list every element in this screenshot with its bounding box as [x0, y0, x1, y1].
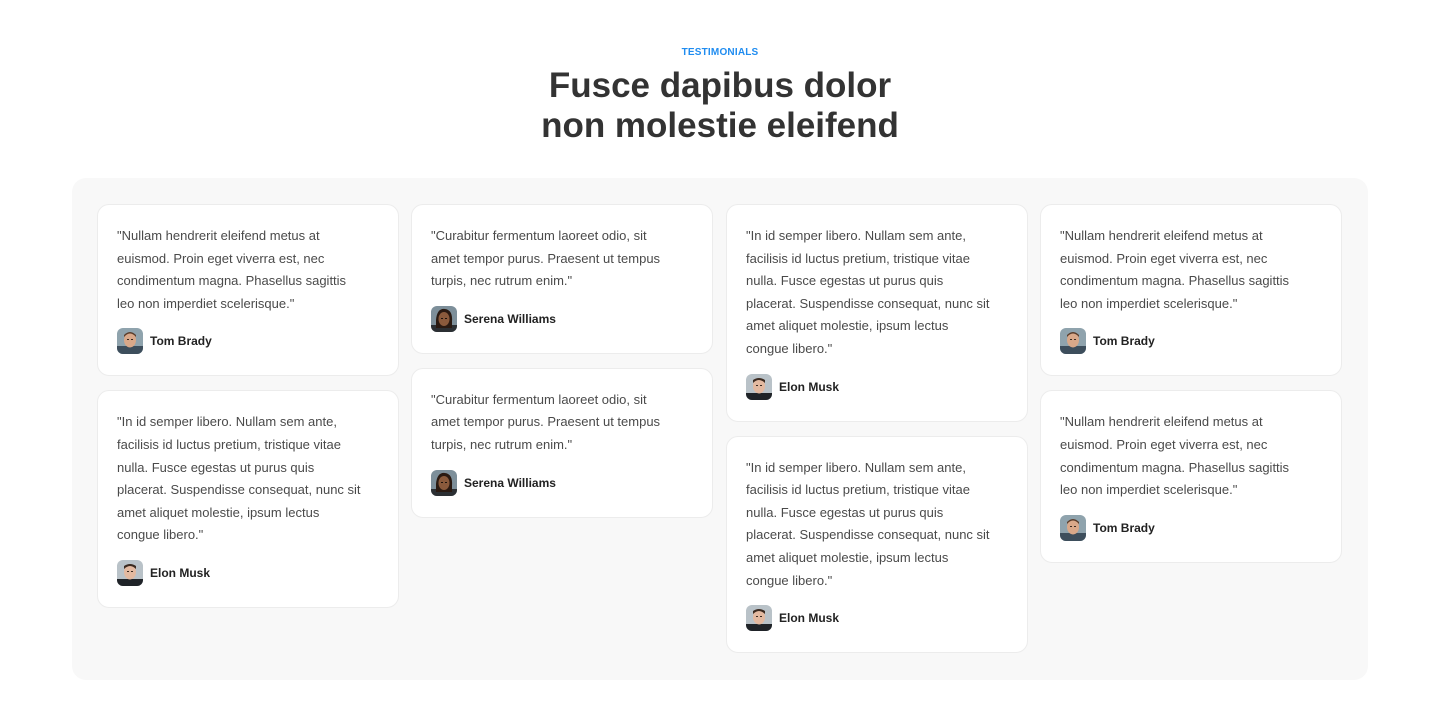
- testimonial-author: Tom Brady: [1060, 514, 1322, 542]
- testimonial-author: Elon Musk: [746, 373, 1008, 401]
- testimonial-column-1: "Nullam hendrerit eleifend metus at euis…: [97, 204, 399, 622]
- testimonial-card: "Nullam hendrerit eleifend metus at euis…: [1040, 390, 1342, 563]
- testimonial-column-2: "Curabitur fermentum laoreet odio, sit a…: [411, 204, 713, 532]
- testimonials-panel: "Nullam hendrerit eleifend metus at euis…: [72, 178, 1368, 680]
- testimonial-quote: "In id semper libero. Nullam sem ante, f…: [746, 459, 990, 588]
- author-name: Serena Williams: [464, 475, 556, 490]
- testimonial-card: "In id semper libero. Nullam sem ante, f…: [726, 435, 1028, 654]
- testimonial-author: Tom Brady: [117, 327, 379, 355]
- testimonial-card: "Nullam hendrerit eleifend metus at euis…: [1040, 204, 1342, 377]
- section-title-line-2: non molestie eleifend: [541, 106, 899, 145]
- testimonial-author: Tom Brady: [1060, 327, 1322, 355]
- testimonial-quote: "Nullam hendrerit eleifend metus at euis…: [117, 228, 347, 311]
- testimonial-card: "Curabitur fermentum laoreet odio, sit a…: [411, 204, 713, 354]
- testimonial-card: "Nullam hendrerit eleifend metus at euis…: [97, 204, 399, 377]
- testimonial-author: Serena Williams: [431, 305, 693, 333]
- tom-brady-avatar-icon: [1060, 514, 1086, 541]
- section-title: Fusce dapibus dolor non molestie eleifen…: [0, 66, 1440, 146]
- serena-williams-avatar-icon: [431, 305, 457, 332]
- author-name: Tom Brady: [1093, 520, 1155, 535]
- testimonial-quote: "Curabitur fermentum laoreet odio, sit a…: [431, 228, 661, 289]
- elon-musk-avatar-icon: [746, 605, 772, 632]
- testimonial-quote: "In id semper libero. Nullam sem ante, f…: [117, 414, 361, 543]
- testimonial-card: "Curabitur fermentum laoreet odio, sit a…: [411, 367, 713, 518]
- section-eyebrow: TESTIMONIALS: [681, 47, 759, 58]
- tom-brady-avatar-icon: [1060, 328, 1086, 355]
- testimonial-card: "In id semper libero. Nullam sem ante, f…: [97, 390, 399, 608]
- testimonial-quote: "In id semper libero. Nullam sem ante, f…: [746, 228, 990, 356]
- testimonial-quote: "Curabitur fermentum laoreet odio, sit a…: [431, 391, 661, 452]
- author-name: Elon Musk: [779, 611, 840, 626]
- testimonial-quote: "Nullam hendrerit eleifend metus at euis…: [1060, 228, 1290, 311]
- testimonial-column-3: "In id semper libero. Nullam sem ante, f…: [726, 204, 1028, 667]
- testimonial-quote: "Nullam hendrerit eleifend metus at euis…: [1060, 414, 1290, 498]
- section-title-line-1: Fusce dapibus dolor: [548, 66, 892, 105]
- author-name: Elon Musk: [779, 379, 840, 394]
- author-name: Serena Williams: [464, 311, 556, 326]
- testimonial-column-4: "Nullam hendrerit eleifend metus at euis…: [1040, 204, 1342, 577]
- testimonials-section: TESTIMONIALS Fusce dapibus dolor non mol…: [0, 0, 1440, 711]
- tom-brady-avatar-icon: [117, 328, 143, 355]
- elon-musk-avatar-icon: [117, 559, 143, 586]
- serena-williams-avatar-icon: [431, 469, 457, 496]
- author-name: Tom Brady: [1093, 334, 1155, 349]
- testimonial-author: Serena Williams: [431, 469, 693, 497]
- testimonial-author: Elon Musk: [117, 559, 379, 587]
- author-name: Tom Brady: [150, 334, 212, 349]
- testimonial-author: Elon Musk: [746, 604, 1008, 632]
- author-name: Elon Musk: [150, 565, 211, 580]
- elon-musk-avatar-icon: [746, 373, 772, 400]
- testimonial-card: "In id semper libero. Nullam sem ante, f…: [726, 204, 1028, 422]
